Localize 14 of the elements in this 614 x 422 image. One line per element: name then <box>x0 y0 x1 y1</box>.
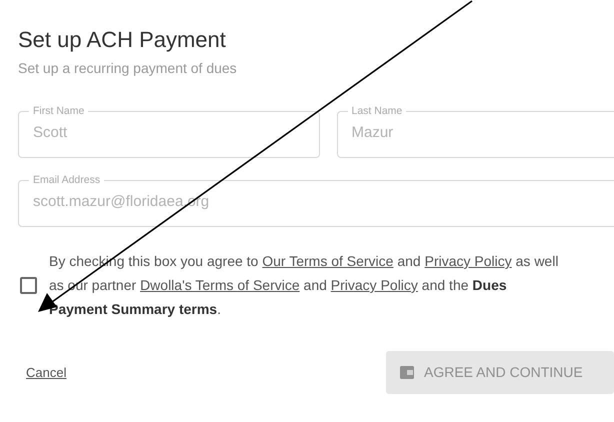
dialog-subtitle: Set up a recurring payment of dues <box>18 59 237 78</box>
field-value: Scott <box>33 123 68 143</box>
dialog-title: Set up ACH Payment <box>18 26 227 54</box>
terms-link[interactable]: Dwolla's Terms of Service <box>140 277 300 293</box>
wallet-icon <box>400 366 414 379</box>
field-label: Email Address <box>32 174 102 186</box>
checkbox[interactable] <box>20 276 37 294</box>
terms-link[interactable]: Privacy Policy <box>330 277 418 293</box>
field-label: First Name <box>32 105 86 117</box>
terms-link[interactable]: Privacy Policy <box>424 253 512 269</box>
terms-link[interactable]: Our Terms of Service <box>262 253 394 269</box>
field-value: Mazur <box>352 123 394 143</box>
cancel-link[interactable]: Cancel <box>26 362 66 382</box>
field-label: Last Name <box>350 105 404 117</box>
